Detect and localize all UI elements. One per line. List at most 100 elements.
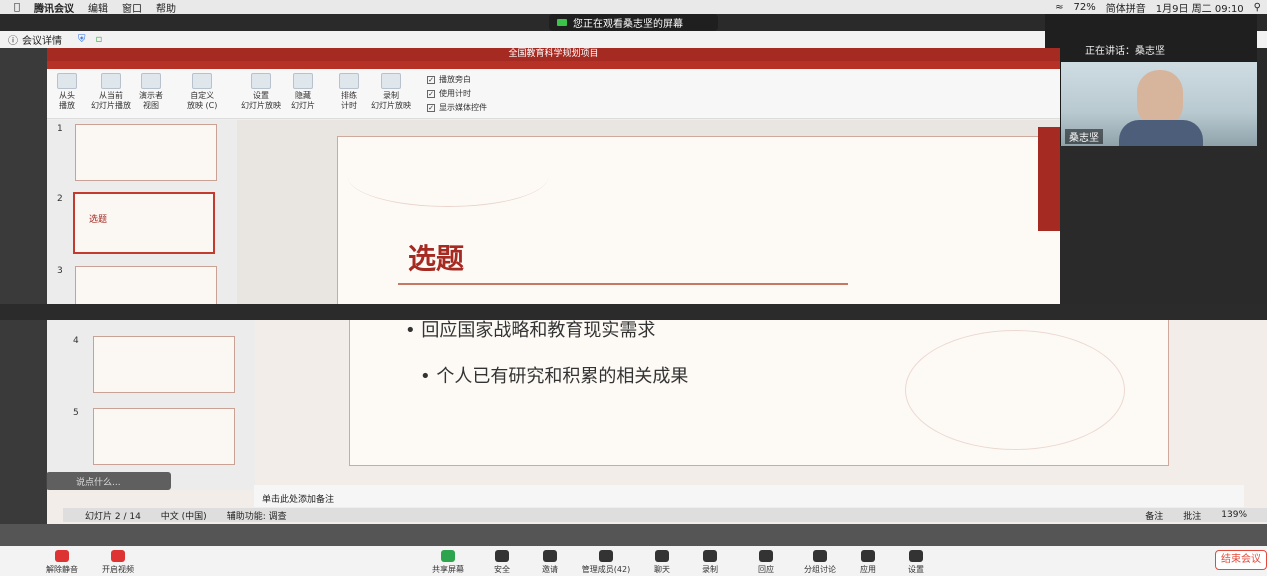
gear-icon: [909, 550, 923, 562]
share-banner-text: 您正在观看桑志坚的屏幕: [573, 19, 683, 30]
info-icon[interactable]: ⓘ: [8, 32, 18, 47]
timer-icon: [339, 73, 359, 89]
react-button[interactable]: 回应: [742, 550, 790, 575]
slide-thumb-1[interactable]: [75, 124, 217, 181]
slide-thumb-4[interactable]: [93, 336, 235, 393]
breakout-icon: [813, 550, 827, 562]
menu-app[interactable]: 腾讯会议: [34, 0, 74, 15]
menu-window[interactable]: 窗口: [122, 0, 142, 15]
play-current-icon: [101, 73, 121, 89]
menu-help[interactable]: 帮助: [156, 0, 176, 15]
hide-slide-icon: [293, 73, 313, 89]
settings-button[interactable]: 设置: [892, 550, 940, 575]
reaction-icon: [759, 550, 773, 562]
checkbox-icon: ✓: [427, 103, 435, 112]
left-gutter: [0, 48, 47, 524]
check-timing[interactable]: ✓ 使用计时: [427, 88, 471, 99]
chat-button[interactable]: 聊天: [638, 550, 686, 575]
speaker-video[interactable]: 桑志坚: [1061, 62, 1257, 146]
search-icon[interactable]: ⚲: [1254, 2, 1261, 13]
ribbon-setup-show[interactable]: 设置 幻灯片放映: [241, 73, 281, 111]
ribbon-record[interactable]: 录制 幻灯片放映: [371, 73, 411, 111]
members-button[interactable]: 管理成员(42): [576, 550, 636, 575]
slide-num-5: 5: [73, 408, 79, 418]
comments-button[interactable]: 批注: [1183, 509, 1201, 522]
unmute-button[interactable]: 解除静音: [38, 550, 86, 575]
share-banner[interactable]: 您正在观看桑志坚的屏幕: [549, 14, 718, 31]
clock[interactable]: 1月9日 周二 09:10: [1156, 0, 1244, 15]
slide-bullet-1: • 回应国家战略和教育现实需求: [405, 320, 656, 341]
slide-thumb-5[interactable]: [93, 408, 235, 465]
ribbon-play-from-start[interactable]: 从头 播放: [57, 73, 77, 111]
ribbon-custom-show[interactable]: 自定义 放映 (C): [187, 73, 217, 111]
record-icon: [381, 73, 401, 89]
start-video-button[interactable]: 开启视频: [94, 550, 142, 575]
slide-thumb-3[interactable]: [75, 266, 217, 304]
check-narration[interactable]: ✓ 播放旁白: [427, 74, 471, 85]
apps-icon: [861, 550, 875, 562]
title-underline: [398, 283, 848, 285]
presenter-icon: [141, 73, 161, 89]
battery-label[interactable]: 72%: [1074, 2, 1096, 13]
shield-icon[interactable]: ⛨: [78, 34, 86, 45]
share-screen-button[interactable]: 共享屏幕: [424, 550, 472, 575]
record-button[interactable]: 录制: [686, 550, 734, 575]
meeting-controls: 解除静音 开启视频 共享屏幕 安全 邀请 管理成员(42) 聊天 录制 回应 分…: [0, 546, 1267, 576]
end-meeting-button[interactable]: 结束会议: [1215, 550, 1267, 570]
screen-share-icon: [557, 19, 567, 26]
current-slide[interactable]: 选题: [337, 127, 1060, 304]
slide-canvas: 选题: [237, 120, 1060, 304]
floral-decoration: [348, 147, 548, 207]
checkbox-icon: ✓: [427, 75, 435, 84]
slide-num-4: 4: [73, 336, 79, 346]
thumbnail-pane: 1 2 选题 3: [47, 120, 237, 304]
slide-num-3: 3: [57, 266, 63, 276]
menu-edit[interactable]: 编辑: [88, 0, 108, 15]
ribbon-rehearse[interactable]: 排练 计时: [339, 73, 359, 111]
play-icon: [57, 73, 77, 89]
security-button[interactable]: 安全: [478, 550, 526, 575]
notes-pane[interactable]: 单击此处添加备注: [254, 485, 1244, 507]
signal-icon[interactable]: ▫: [96, 34, 103, 45]
notes-button[interactable]: 备注: [1145, 509, 1163, 522]
ppt-statusbar: 幻灯片 2 / 14 中文 (中国) 辅助功能: 调查 备注 批注 139%: [63, 508, 1267, 522]
language[interactable]: 中文 (中国): [161, 509, 207, 522]
slide-num-2: 2: [57, 194, 63, 204]
mic-off-icon: [55, 550, 69, 562]
ribbon-presenter-view[interactable]: 演示者 视图: [139, 73, 163, 111]
floral-decoration-lower: [905, 330, 1125, 450]
ppt-window-top: 全国教育科学规划项目 从头 播放 从当前 幻灯片播放 演示者 视图 自定义 放映…: [47, 48, 1060, 304]
apps-button[interactable]: 应用: [844, 550, 892, 575]
checkbox-icon: ✓: [427, 89, 435, 98]
wifi-icon[interactable]: ≈: [1055, 2, 1063, 13]
meeting-info-link[interactable]: 会议详情: [22, 32, 62, 47]
ribbon-hide-slide[interactable]: 隐藏 幻灯片: [291, 73, 315, 111]
zoom-level[interactable]: 139%: [1221, 510, 1247, 520]
check-media-controls[interactable]: ✓ 显示媒体控件: [427, 102, 487, 113]
invite-button[interactable]: 邀请: [526, 550, 574, 575]
share-icon: [441, 550, 455, 562]
slide-thumb-2[interactable]: 选题: [73, 192, 215, 254]
custom-show-icon: [192, 73, 213, 89]
breakout-button[interactable]: 分组讨论: [796, 550, 844, 575]
camera-off-icon: [111, 550, 125, 562]
chat-input[interactable]: 说点什么...: [46, 472, 171, 490]
accessibility[interactable]: 辅助功能: 调查: [227, 509, 287, 522]
speaker-name: 桑志坚: [1065, 129, 1103, 144]
slide-num-1: 1: [57, 124, 63, 134]
thumb-title: 选题: [89, 215, 108, 225]
video-header: 正在讲话：桑志坚: [1045, 14, 1257, 62]
ribbon: 从头 播放 从当前 幻灯片播放 演示者 视图 自定义 放映 (C) 设置 幻灯片…: [47, 69, 1060, 119]
share-divider: [0, 304, 1267, 320]
slide-count: 幻灯片 2 / 14: [85, 511, 141, 522]
current-slide-lower[interactable]: • 回应国家战略和教育现实需求 • 个人已有研究和积累的相关成果: [349, 320, 1169, 466]
apple-icon[interactable]: : [14, 2, 20, 13]
ime-label[interactable]: 简体拼音: [1106, 0, 1146, 15]
speaker-shirt: [1119, 120, 1203, 146]
ppt-tabs: [47, 61, 1060, 69]
ribbon-play-current[interactable]: 从当前 幻灯片播放: [91, 73, 131, 111]
mac-dock: [0, 524, 1267, 546]
add-user-icon: [543, 550, 557, 562]
video-panel: 正在讲话：桑志坚 桑志坚: [1045, 14, 1257, 146]
chat-icon: [655, 550, 669, 562]
